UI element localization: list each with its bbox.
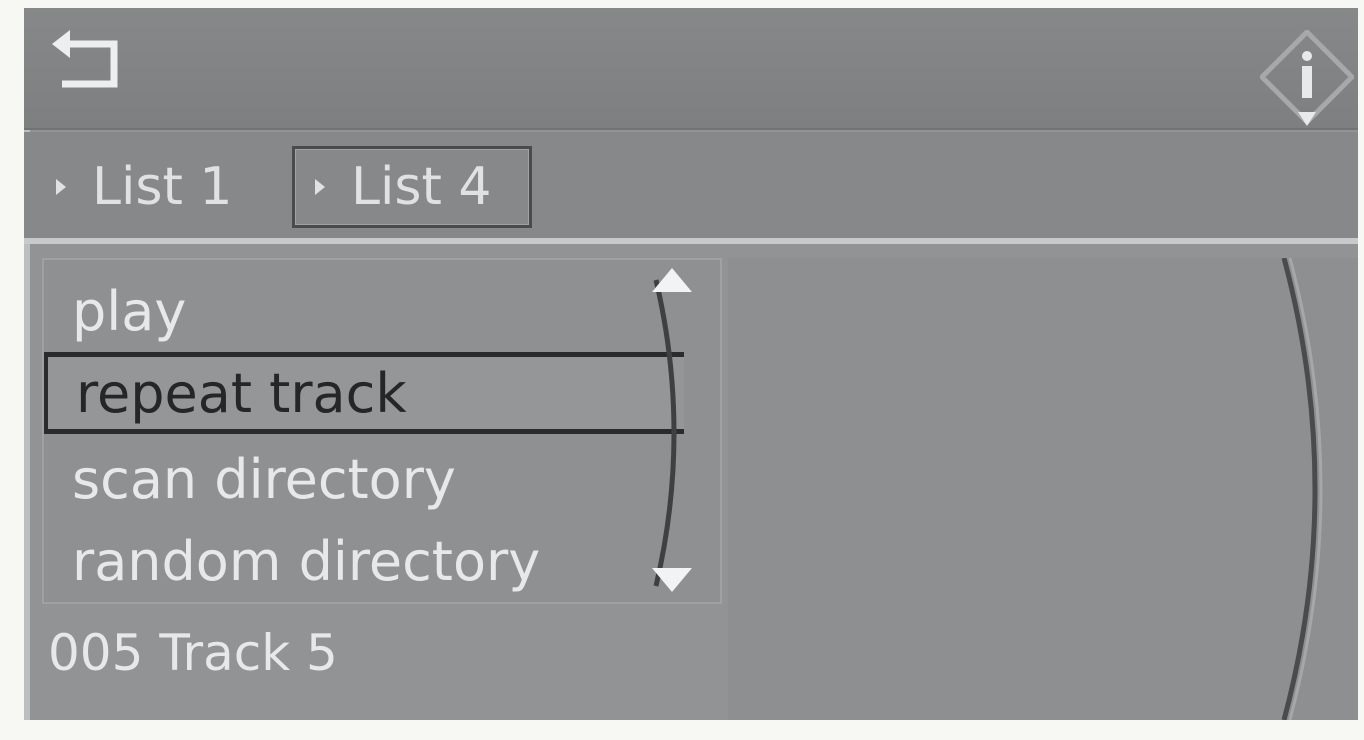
play-triangle-icon	[315, 179, 325, 195]
menu-item-label: play	[72, 279, 187, 343]
scroll-up-arrow-icon[interactable]	[650, 266, 694, 294]
display-screen: List 1 List 4 play repeat track scan dir…	[24, 8, 1358, 720]
menu-item-label: scan directory	[72, 447, 456, 511]
menu-item-random-directory[interactable]: random directory	[44, 520, 684, 602]
back-arrow-icon[interactable]	[52, 28, 140, 100]
header-bar	[24, 8, 1358, 130]
menu-item-scan-directory[interactable]: scan directory	[44, 438, 684, 520]
menu-item-label: repeat track	[76, 361, 407, 425]
info-icon[interactable]	[1260, 30, 1354, 128]
scroll-arc	[653, 279, 677, 587]
tab-list-4[interactable]: List 4	[292, 146, 532, 228]
panel-arc-divider	[1281, 258, 1323, 720]
list-tab-bar: List 1 List 4	[24, 132, 1358, 244]
menu-item-play[interactable]: play	[44, 270, 684, 352]
tab-list-1[interactable]: List 1	[56, 146, 233, 228]
scroll-down-arrow-icon[interactable]	[650, 566, 694, 594]
menu-list: play repeat track scan directory random …	[42, 258, 722, 604]
track-info: 005 Track 5	[48, 624, 338, 682]
menu-item-label: random directory	[72, 529, 541, 593]
tab-label: List 4	[351, 157, 492, 217]
menu-item-repeat-track[interactable]: repeat track	[44, 352, 684, 434]
play-triangle-icon	[56, 179, 66, 195]
tab-label: List 1	[92, 157, 233, 217]
